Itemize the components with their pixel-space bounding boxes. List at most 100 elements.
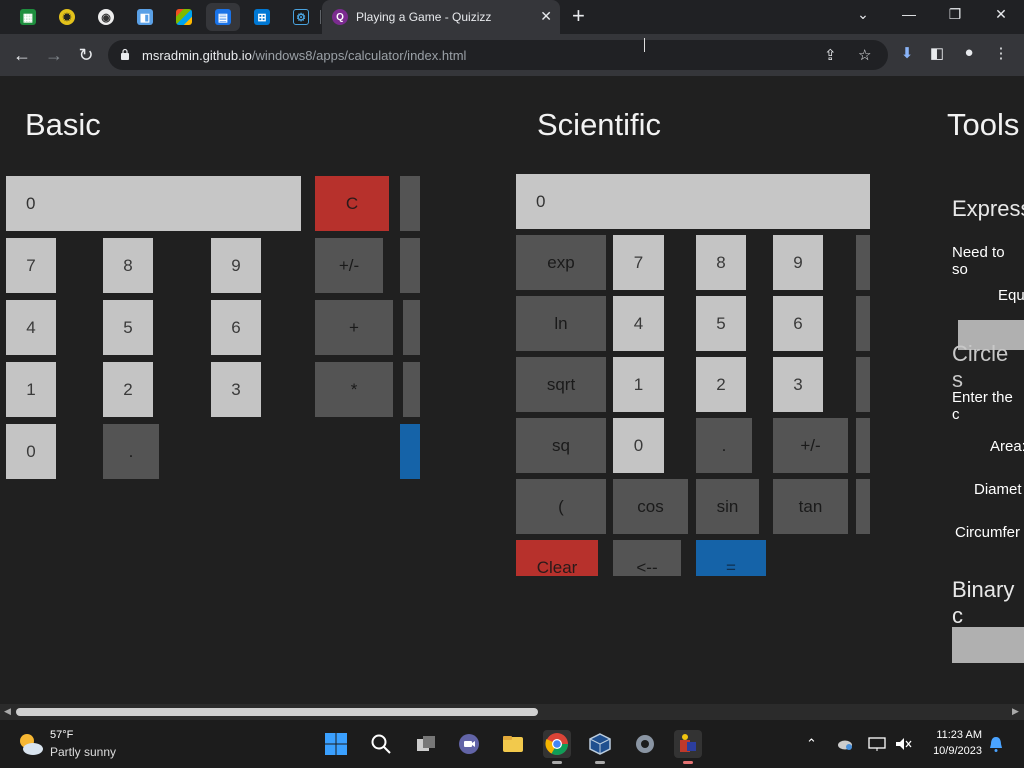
forward-arrow-icon[interactable]: → bbox=[42, 43, 66, 67]
sci-backspace-button[interactable]: <-- bbox=[613, 540, 681, 577]
display-icon[interactable] bbox=[868, 736, 886, 752]
binary-input[interactable] bbox=[952, 627, 1024, 663]
basic-key-4[interactable]: 4 bbox=[6, 300, 56, 355]
horizontal-scrollbar[interactable]: ◀ ▶ bbox=[0, 704, 1024, 720]
partly-sunny-icon[interactable] bbox=[16, 730, 44, 758]
sci-sin-button[interactable]: sin bbox=[696, 479, 759, 534]
window-close-icon[interactable]: ✕ bbox=[989, 6, 1013, 23]
volume-muted-icon[interactable] bbox=[894, 736, 912, 752]
download-icon[interactable]: ⬇ bbox=[896, 44, 918, 62]
basic-key-7[interactable]: 7 bbox=[6, 238, 56, 293]
sci-ln-button[interactable]: ln bbox=[516, 296, 606, 351]
windows-logo-icon bbox=[176, 9, 192, 25]
tab-search-chevron-icon[interactable]: ⌄ bbox=[851, 6, 875, 23]
game-app-button[interactable] bbox=[674, 730, 702, 764]
scroll-left-icon[interactable]: ◀ bbox=[4, 706, 11, 717]
new-tab-button[interactable]: + bbox=[572, 5, 585, 27]
profile-icon[interactable]: ● bbox=[958, 44, 980, 61]
task-view-button[interactable] bbox=[412, 730, 440, 758]
weather-temperature[interactable]: 57°F bbox=[50, 729, 73, 741]
sci-key-6[interactable]: 6 bbox=[773, 296, 823, 351]
basic-key-0[interactable]: 0 bbox=[6, 424, 56, 479]
start-button[interactable] bbox=[322, 730, 350, 758]
tab-settings[interactable]: ⚙ bbox=[288, 6, 314, 28]
sci-key-8[interactable]: 8 bbox=[696, 235, 746, 290]
sci-extra-key[interactable] bbox=[856, 357, 870, 412]
sci-key-7[interactable]: 7 bbox=[613, 235, 664, 290]
sci-square-button[interactable]: sq bbox=[516, 418, 606, 473]
weather-description[interactable]: Partly sunny bbox=[50, 745, 116, 759]
scroll-right-icon[interactable]: ▶ bbox=[1012, 706, 1019, 717]
tab-browser[interactable]: ◧ bbox=[132, 6, 158, 28]
basic-extra-key[interactable] bbox=[400, 238, 420, 293]
restore-icon[interactable]: ❐ bbox=[943, 6, 967, 23]
sci-key-9[interactable]: 9 bbox=[773, 235, 823, 290]
basic-decimal-button[interactable]: . bbox=[103, 424, 159, 479]
onedrive-icon[interactable] bbox=[836, 736, 854, 752]
sci-paren-button[interactable]: ( bbox=[516, 479, 606, 534]
basic-extra-key[interactable] bbox=[400, 176, 420, 231]
sci-negate-button[interactable]: +/- bbox=[773, 418, 848, 473]
tab-windows-blue[interactable]: ⊞ bbox=[249, 6, 275, 28]
virus-icon: ✹ bbox=[59, 9, 75, 25]
tab-windows[interactable] bbox=[171, 6, 197, 28]
sci-decimal-button[interactable]: . bbox=[696, 418, 752, 473]
sci-key-4[interactable]: 4 bbox=[613, 296, 664, 351]
file-explorer-button[interactable] bbox=[499, 730, 527, 758]
basic-key-5[interactable]: 5 bbox=[103, 300, 153, 355]
basic-extra-key[interactable] bbox=[403, 362, 420, 417]
basic-extra-key[interactable] bbox=[403, 300, 420, 355]
tab-quizizz[interactable]: Q Playing a Game - Quizizz ✕ bbox=[322, 0, 560, 34]
tab-sheets[interactable]: ▦ bbox=[15, 6, 41, 28]
taskbar-search-button[interactable] bbox=[367, 730, 395, 758]
sci-key-1[interactable]: 1 bbox=[613, 357, 664, 412]
settings-button[interactable] bbox=[631, 730, 659, 758]
basic-equals-button[interactable] bbox=[400, 424, 420, 479]
sci-key-3[interactable]: 3 bbox=[773, 357, 823, 412]
basic-key-8[interactable]: 8 bbox=[103, 238, 153, 293]
minimize-icon[interactable]: — bbox=[897, 6, 921, 22]
tab-calculator[interactable]: ▤ bbox=[206, 3, 240, 31]
sci-equals-button[interactable]: = bbox=[696, 540, 766, 577]
basic-clear-button[interactable]: C bbox=[315, 176, 389, 231]
clock-time[interactable]: 11:23 AM bbox=[928, 729, 982, 741]
close-tab-icon[interactable]: ✕ bbox=[540, 8, 552, 25]
clock-date[interactable]: 10/9/2023 bbox=[922, 745, 982, 757]
basic-key-2[interactable]: 2 bbox=[103, 362, 153, 417]
side-panel-icon[interactable]: ◧ bbox=[926, 44, 948, 62]
bookmark-star-icon[interactable]: ☆ bbox=[858, 46, 871, 64]
sci-key-0[interactable]: 0 bbox=[613, 418, 664, 473]
basic-multiply-button[interactable]: * bbox=[315, 362, 393, 417]
menu-kebab-icon[interactable]: ⋮ bbox=[990, 44, 1012, 62]
sci-exp-button[interactable]: exp bbox=[516, 235, 606, 290]
sci-cos-button[interactable]: cos bbox=[613, 479, 688, 534]
address-bar[interactable]: msradmin.github.io/windows8/apps/calcula… bbox=[108, 40, 888, 70]
notification-bell-icon[interactable] bbox=[988, 735, 1004, 753]
sci-key-2[interactable]: 2 bbox=[696, 357, 746, 412]
shield-icon: ◉ bbox=[98, 9, 114, 25]
teams-chat-button[interactable] bbox=[455, 730, 483, 758]
basic-plus-button[interactable]: + bbox=[315, 300, 393, 355]
chrome-button[interactable] bbox=[543, 730, 571, 764]
sci-sqrt-button[interactable]: sqrt bbox=[516, 357, 606, 412]
sci-extra-key[interactable] bbox=[856, 296, 870, 351]
sci-key-5[interactable]: 5 bbox=[696, 296, 746, 351]
basic-negate-button[interactable]: +/- bbox=[315, 238, 383, 293]
basic-key-6[interactable]: 6 bbox=[211, 300, 261, 355]
basic-key-1[interactable]: 1 bbox=[6, 362, 56, 417]
sci-extra-key[interactable] bbox=[856, 418, 870, 473]
basic-key-3[interactable]: 3 bbox=[211, 362, 261, 417]
sci-extra-key[interactable] bbox=[856, 479, 870, 534]
reload-icon[interactable]: ↻ bbox=[74, 43, 98, 67]
scrollbar-thumb[interactable] bbox=[16, 708, 538, 716]
share-icon[interactable]: ⇪ bbox=[824, 46, 837, 64]
show-hidden-icons-chevron-icon[interactable]: ⌃ bbox=[806, 736, 817, 752]
sci-clear-button[interactable]: Clear bbox=[516, 540, 598, 577]
back-arrow-icon[interactable]: ← bbox=[10, 43, 34, 67]
sci-extra-key[interactable] bbox=[856, 235, 870, 290]
basic-key-9[interactable]: 9 bbox=[211, 238, 261, 293]
virtualbox-button[interactable] bbox=[586, 730, 614, 764]
tab-shield[interactable]: ◉ bbox=[93, 6, 119, 28]
tab-virus[interactable]: ✹ bbox=[54, 6, 80, 28]
sci-tan-button[interactable]: tan bbox=[773, 479, 848, 534]
